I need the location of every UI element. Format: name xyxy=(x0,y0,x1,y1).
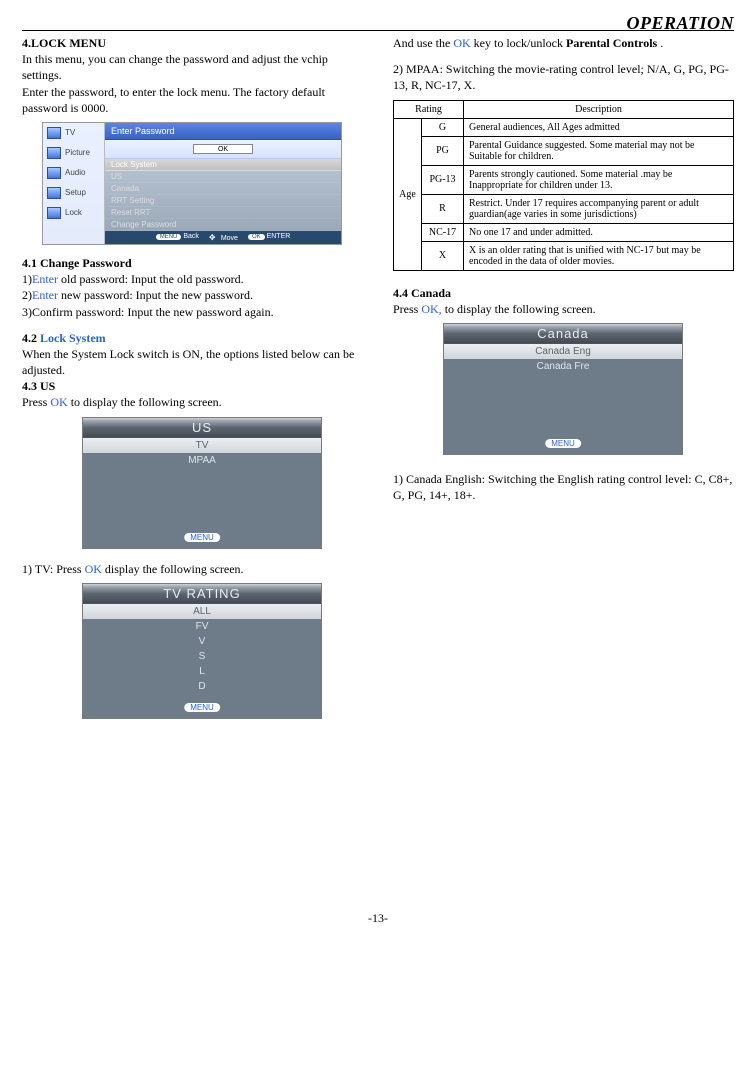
canada-panel: Canada Canada Eng Canada Fre MENU xyxy=(443,323,683,455)
canada-fre: Canada Fre xyxy=(444,359,682,374)
code-x: X xyxy=(422,241,464,270)
us-panel-mpaa: MPAA xyxy=(83,453,321,468)
code-nc17: NC-17 xyxy=(422,223,464,241)
section-4-p1: In this menu, you can change the passwor… xyxy=(22,51,363,83)
lock-footer: MENU Back Move OK ENTER xyxy=(105,231,341,244)
page-header-title: OPERATION xyxy=(626,13,734,34)
side-tv: TV xyxy=(43,123,104,143)
desc-nc17: No one 17 and under admitted. xyxy=(464,223,734,241)
desc-x: X is an older rating that is unified wit… xyxy=(464,241,734,270)
setup-icon xyxy=(47,187,61,199)
right-intro: And use the OK key to lock/unlock Parent… xyxy=(393,35,734,51)
enter-password-header: Enter Password xyxy=(105,123,341,140)
us-panel-tv: TV xyxy=(83,438,321,453)
page-number: -13- xyxy=(22,911,734,926)
menu-pill: MENU xyxy=(156,234,182,240)
lock-row-resetrrt: Reset RRT xyxy=(105,207,341,219)
tvrating-l: L xyxy=(83,664,321,679)
tvrating-d: D xyxy=(83,679,321,694)
section-42-title-a: 4.2 xyxy=(22,331,40,345)
side-audio: Audio xyxy=(43,163,104,183)
section-43-title: 4.3 US xyxy=(22,379,55,393)
tv-icon xyxy=(47,127,61,139)
s44-line: Press OK, to display the following scree… xyxy=(393,301,734,317)
s41-line2: 2)Enter new password: Input the new pass… xyxy=(22,287,363,303)
section-42-title-b: Lock System xyxy=(40,331,106,345)
s41-line1: 1)Enter old password: Input the old pass… xyxy=(22,271,363,287)
us-panel: US TV MPAA MENU xyxy=(82,417,322,549)
tvrating-title: TV RATING xyxy=(83,584,321,604)
lock-row-changepw: Change Password xyxy=(105,219,341,231)
section-4-title: 4.LOCK MENU xyxy=(22,36,106,50)
canada-eng: Canada Eng xyxy=(444,344,682,359)
section-4-p2: Enter the password, to enter the lock me… xyxy=(22,84,363,116)
us-panel-title: US xyxy=(83,418,321,438)
audio-icon xyxy=(47,167,61,179)
password-input: OK xyxy=(193,144,253,154)
desc-g: General audiences, All Ages admitted xyxy=(464,118,734,136)
lock-icon xyxy=(47,207,61,219)
lock-row-canada: Canada xyxy=(105,183,341,195)
th-rating: Rating xyxy=(394,100,464,118)
section-41-title: 4.1 Change Password xyxy=(22,256,132,270)
arrows-icon xyxy=(209,233,219,241)
th-desc: Description xyxy=(464,100,734,118)
lock-row-locksystem: Lock System xyxy=(105,159,341,171)
desc-pg: Parental Guidance suggested. Some materi… xyxy=(464,136,734,165)
tvrating-fv: FV xyxy=(83,619,321,634)
s42-p: When the System Lock switch is ON, the o… xyxy=(22,346,363,378)
side-lock: Lock xyxy=(43,203,104,223)
age-cell: Age xyxy=(394,118,422,270)
picture-icon xyxy=(47,147,61,159)
code-g: G xyxy=(422,118,464,136)
desc-pg13: Parents strongly cautioned. Some materia… xyxy=(464,165,734,194)
lock-row-rrt: RRT Setting xyxy=(105,195,341,207)
s44-eng-line: 1) Canada English: Switching the English… xyxy=(393,471,734,503)
desc-r: Restrict. Under 17 requires accompanying… xyxy=(464,194,734,223)
tvrating-all: ALL xyxy=(83,604,321,619)
password-row: OK xyxy=(105,140,341,159)
side-setup: Setup xyxy=(43,183,104,203)
right-mpaa: 2) MPAA: Switching the movie-rating cont… xyxy=(393,61,734,93)
ratings-table: Rating Description Age G General audienc… xyxy=(393,100,734,271)
tvrating-v: V xyxy=(83,634,321,649)
us-panel-menu: MENU xyxy=(184,533,220,542)
section-44-title: 4.4 Canada xyxy=(393,286,451,300)
s43-tv-line: 1) TV: Press OK display the following sc… xyxy=(22,561,363,577)
side-picture: Picture xyxy=(43,143,104,163)
tvrating-panel: TV RATING ALL FV V S L D MENU xyxy=(82,583,322,719)
code-pg13: PG-13 xyxy=(422,165,464,194)
code-r: R xyxy=(422,194,464,223)
s43-line: Press OK to display the following screen… xyxy=(22,394,363,410)
tvrating-s: S xyxy=(83,649,321,664)
lock-menu-screenshot: TV Picture Audio Setup Lock Enter Passwo… xyxy=(42,122,342,245)
code-pg: PG xyxy=(422,136,464,165)
canada-panel-title: Canada xyxy=(444,324,682,344)
ok-pill: OK xyxy=(248,234,265,240)
s41-line3: 3)Confirm password: Input the new passwo… xyxy=(22,304,363,320)
canada-menu: MENU xyxy=(545,439,581,448)
tvrating-menu: MENU xyxy=(184,703,220,712)
lock-row-us: US xyxy=(105,171,341,183)
